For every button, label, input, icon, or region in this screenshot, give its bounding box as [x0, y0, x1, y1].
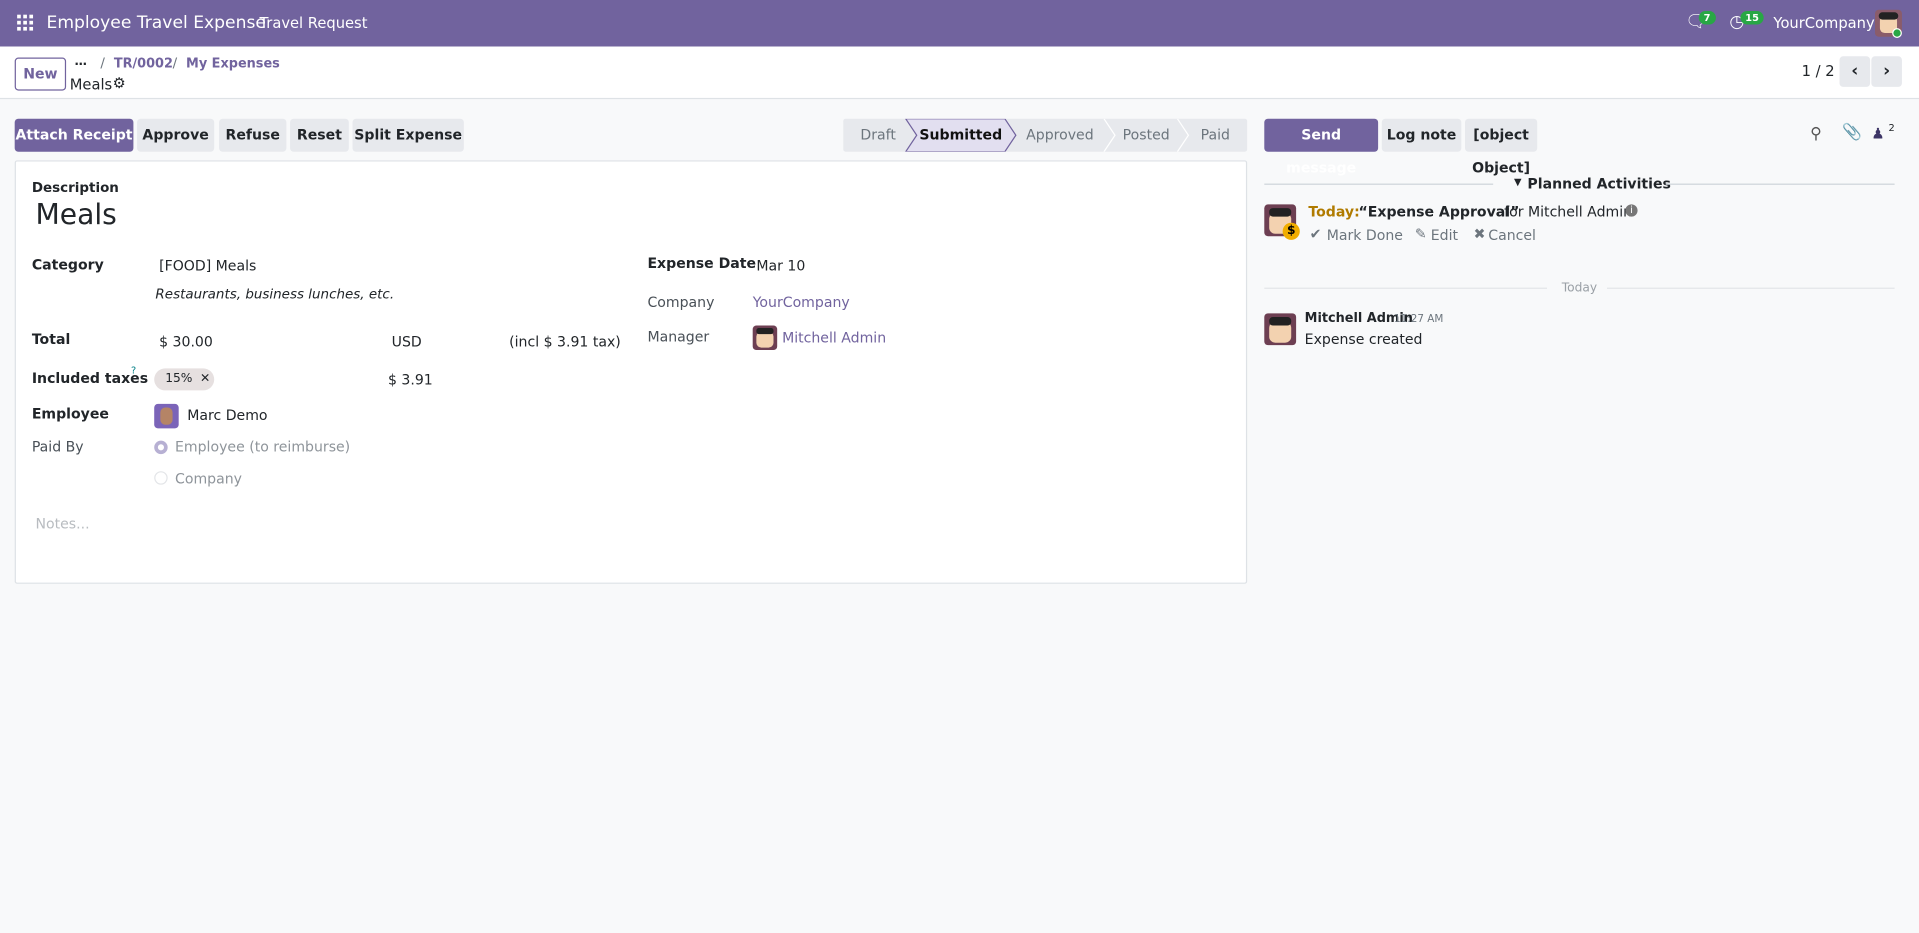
check-icon: ✔ — [1309, 225, 1322, 243]
control-panel: New … / TR/0002 / My Expenses Meals ⚙ 1 … — [0, 46, 1919, 100]
manager-field[interactable]: Mitchell Admin — [782, 329, 886, 346]
breadcrumb-sep: / — [100, 55, 105, 71]
company-label: Company — [647, 293, 715, 311]
form-sheet: Description Meals Category [FOOD] Meals … — [14, 160, 1248, 584]
paid-by-company-label[interactable]: Company — [175, 470, 242, 487]
paperclip-icon[interactable]: 📎 — [1842, 124, 1862, 142]
planned-activities-toggle-icon[interactable]: ▼ — [1514, 176, 1522, 187]
expense-date-label: Expense Date — [647, 254, 757, 272]
pager-next-button[interactable]: › — [1871, 56, 1902, 87]
expense-date-field[interactable]: Mar 10 — [756, 257, 805, 274]
search-icon[interactable]: ⚲ — [1810, 125, 1822, 143]
manager-avatar — [752, 325, 778, 351]
cancel-activity-link[interactable]: Cancel — [1488, 226, 1536, 243]
taxes-help-tooltip[interactable]: ? — [131, 365, 136, 376]
breadcrumb-tr0002[interactable]: TR/0002 — [114, 56, 173, 71]
followers-icon[interactable]: ♟ — [1871, 125, 1884, 142]
total-field[interactable]: $ 30.00 — [159, 333, 213, 350]
attach-receipt-button[interactable]: Attach Receipt — [14, 118, 134, 152]
mark-done-link[interactable]: Mark Done — [1327, 226, 1403, 243]
tax-tag: 15% ✕ — [154, 368, 215, 391]
employee-field[interactable]: Marc Demo — [187, 406, 267, 423]
activity-when: Today: — [1308, 203, 1360, 221]
edit-activity-link[interactable]: Edit — [1431, 226, 1458, 243]
date-separator: Today — [1561, 281, 1598, 295]
description-label: Description — [31, 179, 119, 196]
category-field[interactable]: [FOOD] Meals — [159, 257, 256, 274]
currency-field[interactable]: USD — [392, 333, 422, 350]
statusbar: Draft Submitted Approved Posted Paid — [843, 118, 1248, 152]
breadcrumb-more[interactable]: … — [75, 55, 87, 68]
divider — [1264, 287, 1548, 289]
dollar-activity-icon: $ — [1282, 222, 1300, 240]
refuse-button[interactable]: Refuse — [219, 118, 287, 152]
pager-value[interactable]: 1 / 2 — [1802, 62, 1835, 79]
split-expense-button[interactable]: Split Expense — [352, 118, 464, 152]
notes-input[interactable]: Notes... — [35, 515, 89, 532]
app-title[interactable]: Employee Travel Expense — [47, 13, 266, 33]
tax-amount: $ 3.91 — [387, 370, 433, 388]
paid-by-company-radio[interactable] — [154, 471, 168, 485]
category-hint: Restaurants, business lunches, etc. — [155, 286, 395, 303]
stage-paid[interactable]: Paid — [1188, 119, 1242, 152]
remove-tag-icon[interactable]: ✕ — [200, 372, 210, 385]
employee-avatar — [154, 403, 179, 429]
company-field[interactable]: YourCompany — [753, 294, 850, 311]
message-author-avatar[interactable] — [1264, 313, 1297, 346]
stage-draft[interactable]: Draft — [851, 119, 906, 152]
description-input[interactable]: Meals — [35, 199, 116, 231]
category-label: Category — [31, 255, 104, 273]
new-button[interactable]: New — [14, 57, 67, 91]
divider — [1264, 183, 1494, 185]
activity-assignee: for Mitchell Admin — [1504, 203, 1633, 221]
paid-by-label: Paid By — [31, 438, 84, 456]
log-note-button[interactable]: Log note — [1381, 118, 1462, 152]
company-switcher[interactable]: YourCompany — [1773, 15, 1874, 32]
approve-button[interactable]: Approve — [137, 118, 215, 152]
message-time: 11:27 AM — [1394, 313, 1444, 326]
reset-button[interactable]: Reset — [290, 118, 349, 152]
divider — [1606, 287, 1895, 289]
paid-by-employee-label[interactable]: Employee (to reimburse) — [175, 438, 350, 455]
tax-tag-label: 15% — [165, 372, 193, 386]
gear-icon[interactable]: ⚙ — [113, 75, 126, 92]
top-navbar: Employee Travel Expense Travel Request 🗨… — [0, 0, 1919, 47]
pager-previous-button[interactable]: ‹ — [1839, 56, 1871, 87]
divider — [1665, 183, 1895, 185]
activity-button[interactable]: [object Object] — [1465, 118, 1538, 176]
followers-count: 2 — [1888, 122, 1895, 134]
total-label: Total — [31, 330, 71, 348]
activities-badge: 15 — [1740, 11, 1764, 25]
breadcrumb-sep: / — [172, 55, 178, 71]
paid-by-employee-radio[interactable] — [154, 440, 168, 455]
record-name: Meals — [69, 75, 113, 94]
apps-menu-icon[interactable] — [17, 14, 34, 31]
breadcrumb-my-expenses[interactable]: My Expenses — [186, 56, 280, 71]
menu-travel-request[interactable]: Travel Request — [259, 15, 367, 32]
info-icon[interactable]: i — [1625, 204, 1638, 217]
tax-included-text: (incl $ 3.91 tax) — [509, 332, 621, 351]
planned-activities-title[interactable]: Planned Activities — [1527, 175, 1670, 192]
cancel-x-icon: ✖ — [1473, 225, 1486, 243]
message-body: Expense created — [1304, 330, 1423, 348]
manager-label: Manager — [647, 328, 710, 346]
stage-approved[interactable]: Approved — [1017, 119, 1103, 152]
online-status-dot — [1892, 28, 1902, 38]
activity-name: “Expense Approval” — [1358, 203, 1520, 221]
stage-posted[interactable]: Posted — [1113, 119, 1180, 152]
employee-label: Employee — [31, 405, 109, 423]
pencil-icon: ✎ — [1414, 225, 1427, 243]
stage-submitted[interactable]: Submitted — [914, 119, 1007, 152]
send-message-button[interactable]: Send message — [1264, 118, 1379, 176]
messages-badge: 7 — [1698, 11, 1716, 25]
